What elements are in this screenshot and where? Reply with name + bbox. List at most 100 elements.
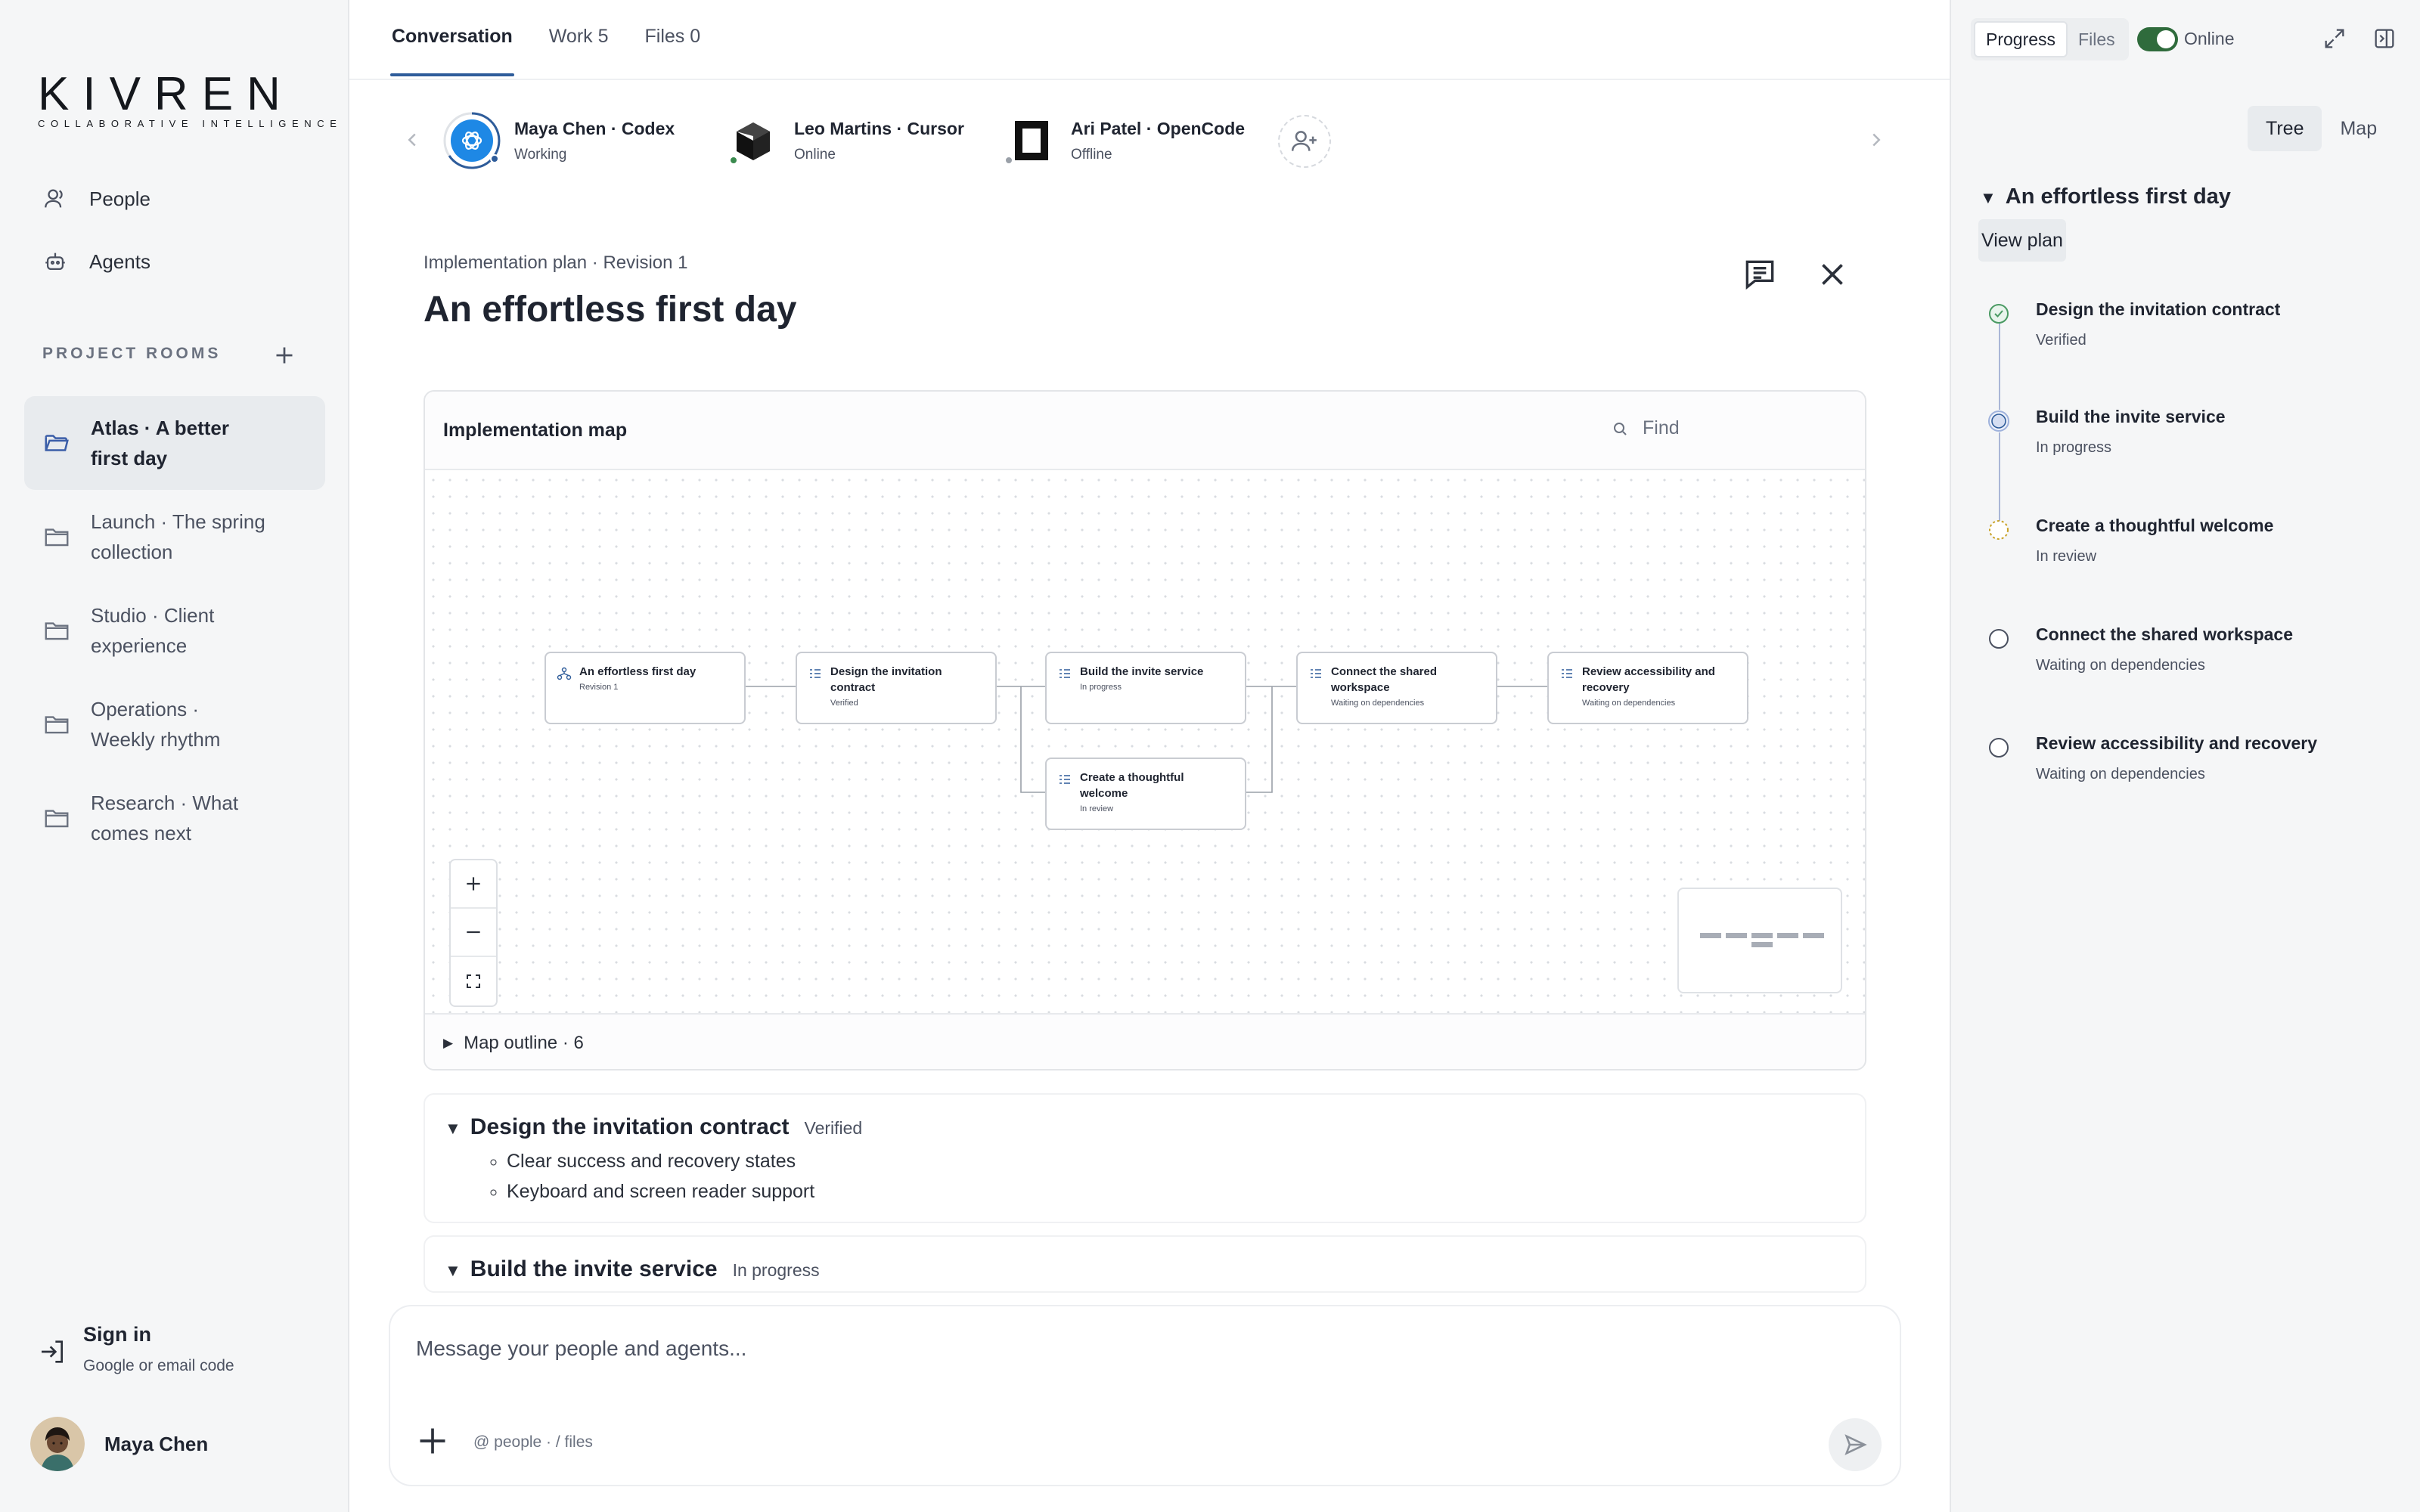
comment-icon[interactable] [1741, 256, 1779, 293]
send-icon [1844, 1434, 1867, 1455]
room-label-line2: collection [91, 541, 173, 563]
view-map[interactable]: Map [2322, 106, 2395, 151]
left-sidebar: KIVREN COLLABORATIVE INTELLIGENCE People… [0, 0, 349, 1512]
map-node-invite-service[interactable]: Build the invite service In progress [1045, 652, 1246, 724]
online-label: Online [2184, 29, 2235, 48]
online-toggle[interactable] [2137, 27, 2178, 51]
tree-step[interactable]: Connect the shared workspace Waiting on d… [2036, 624, 2293, 674]
zoom-out-button[interactable] [451, 909, 496, 957]
chevron-right-icon[interactable] [1865, 129, 1888, 151]
minimap[interactable] [1677, 888, 1842, 993]
pending-circle-icon [1989, 629, 2009, 649]
node-status: In progress [1080, 683, 1122, 692]
send-button[interactable] [1829, 1418, 1882, 1471]
map-node-welcome[interactable]: Create a thoughtful welcome In review [1045, 758, 1246, 830]
room-item-operations[interactable]: Operations · Weekly rhythm [24, 677, 325, 771]
user-profile[interactable]: Maya Chen [30, 1417, 208, 1471]
map-title: Implementation map [443, 419, 628, 441]
room-label-line2: experience [91, 634, 188, 657]
map-node-design-contract[interactable]: Design the invitation contract Verified [796, 652, 997, 724]
tree-step[interactable]: Create a thoughtful welcome In review [2036, 516, 2273, 565]
right-panel: Progress Files Online Tree Map ▼ An effor… [1950, 0, 2420, 1512]
node-title: Build the invite service [1080, 665, 1204, 678]
view-plan-button[interactable]: View plan [1978, 219, 2066, 262]
section-header[interactable]: ▼ Design the invitation contract Verifie… [445, 1114, 1865, 1140]
pending-circle-icon [1989, 738, 2009, 758]
agent-chip-ari[interactable]: Ari Patel · OpenCode Offline [1003, 112, 1245, 169]
node-title: Design the invitation [830, 665, 942, 678]
tab-work[interactable]: Work 5 [549, 26, 609, 75]
add-person-button[interactable] [1278, 115, 1331, 168]
expand-icon[interactable] [2322, 26, 2347, 51]
add-room-icon[interactable] [271, 342, 298, 369]
node-status: In review [1080, 804, 1114, 813]
map-node-shared-workspace[interactable]: Connect the shared workspace Waiting on … [1296, 652, 1497, 724]
plus-icon [467, 877, 480, 891]
node-title-cont: workspace [1331, 681, 1390, 694]
find-input[interactable]: Find [1611, 417, 1680, 439]
step-status: Waiting on dependencies [2036, 657, 2205, 674]
fit-view-button[interactable] [451, 957, 496, 1005]
node-status: Waiting on dependencies [1331, 699, 1425, 708]
message-input[interactable]: Message your people and agents... [416, 1337, 746, 1361]
agent-chip-maya[interactable]: Maya Chen · Codex Working [443, 112, 675, 169]
task-list-icon [1562, 669, 1572, 678]
room-item-studio[interactable]: Studio · Client experience [24, 584, 325, 677]
view-tree[interactable]: Tree [2248, 106, 2322, 151]
nav-item-agents[interactable]: Agents [24, 235, 325, 288]
zoom-controls [449, 859, 498, 1007]
node-title: Create a thoughtful welcome [1080, 771, 1184, 800]
page-title: An effortless first day [424, 290, 797, 330]
tab-conversation[interactable]: Conversation [390, 26, 514, 76]
sign-in-icon [42, 1340, 63, 1363]
section-items: Clear success and recovery states Keyboa… [507, 1146, 1865, 1207]
add-user-icon [1291, 131, 1317, 151]
node-title-cont: contract [830, 681, 876, 694]
room-item-atlas[interactable]: Atlas · A better first day [24, 396, 325, 490]
step-title: Design the invitation contract [2036, 299, 2281, 319]
cursor-avatar [726, 112, 780, 169]
tab-files[interactable]: Files 0 [645, 26, 701, 75]
sign-in-title: Sign in [83, 1323, 151, 1346]
sign-in-subtitle: Google or email code [83, 1357, 234, 1374]
room-item-launch[interactable]: Launch · The spring collection [24, 490, 325, 584]
task-list-icon [810, 669, 821, 678]
section-status: Verified [804, 1118, 863, 1138]
collapse-panel-icon[interactable] [2372, 26, 2397, 51]
zoom-in-button[interactable] [451, 860, 496, 909]
agent-status: Offline [1071, 146, 1112, 163]
map-outline-toggle[interactable]: ▶ Map outline · 6 [425, 1013, 1865, 1069]
tree-step[interactable]: Design the invitation contract Verified [2036, 299, 2280, 349]
plan-tree-title[interactable]: ▼ An effortless first day [1980, 184, 2231, 209]
room-label-line2: comes next [91, 822, 191, 844]
map-node-accessibility[interactable]: Review accessibility and recovery Waitin… [1547, 652, 1748, 724]
timeline-line [1999, 432, 2000, 528]
node-title: Review accessibility and [1582, 665, 1715, 678]
close-icon[interactable] [1813, 256, 1851, 293]
tab-progress[interactable]: Progress [1974, 21, 2068, 57]
attach-plus-icon[interactable] [416, 1424, 449, 1458]
tab-files-panel[interactable]: Files [2068, 21, 2126, 57]
agent-chip-leo[interactable]: Leo Martins · Cursor Online [726, 112, 964, 169]
step-status: Waiting on dependencies [2036, 766, 2205, 782]
section-header[interactable]: ▼ Build the invite service In progress [445, 1256, 1865, 1282]
agent-status: Working [514, 146, 567, 163]
nav-item-people[interactable]: People [24, 172, 325, 225]
chevron-left-icon[interactable] [401, 129, 424, 151]
step-status: In progress [2036, 439, 2112, 456]
sign-in-button[interactable]: Sign in Google or email code [38, 1323, 234, 1375]
map-node-goal[interactable]: An effortless first day Revision 1 [544, 652, 746, 724]
caret-down-icon: ▼ [445, 1119, 461, 1138]
map-edges [746, 686, 1547, 793]
status-dot [729, 156, 738, 165]
section-invite-service: ▼ Build the invite service In progress [424, 1235, 1866, 1293]
tree-step[interactable]: Review accessibility and recovery Waiting… [2036, 733, 2317, 783]
node-status: Revision 1 [579, 683, 619, 692]
room-item-research[interactable]: Research · What comes next [24, 771, 325, 865]
composer-hint: @ people · / files [473, 1433, 593, 1451]
caret-down-icon: ▼ [1980, 188, 1996, 207]
map-canvas[interactable]: An effortless first day Revision 1 Desig… [425, 472, 1865, 1013]
brand-logo[interactable]: KIVREN COLLABORATIVE INTELLIGENCE [38, 71, 343, 130]
node-title: An effortless first day [579, 665, 697, 678]
tree-step[interactable]: Build the invite service In progress [2036, 407, 2226, 457]
